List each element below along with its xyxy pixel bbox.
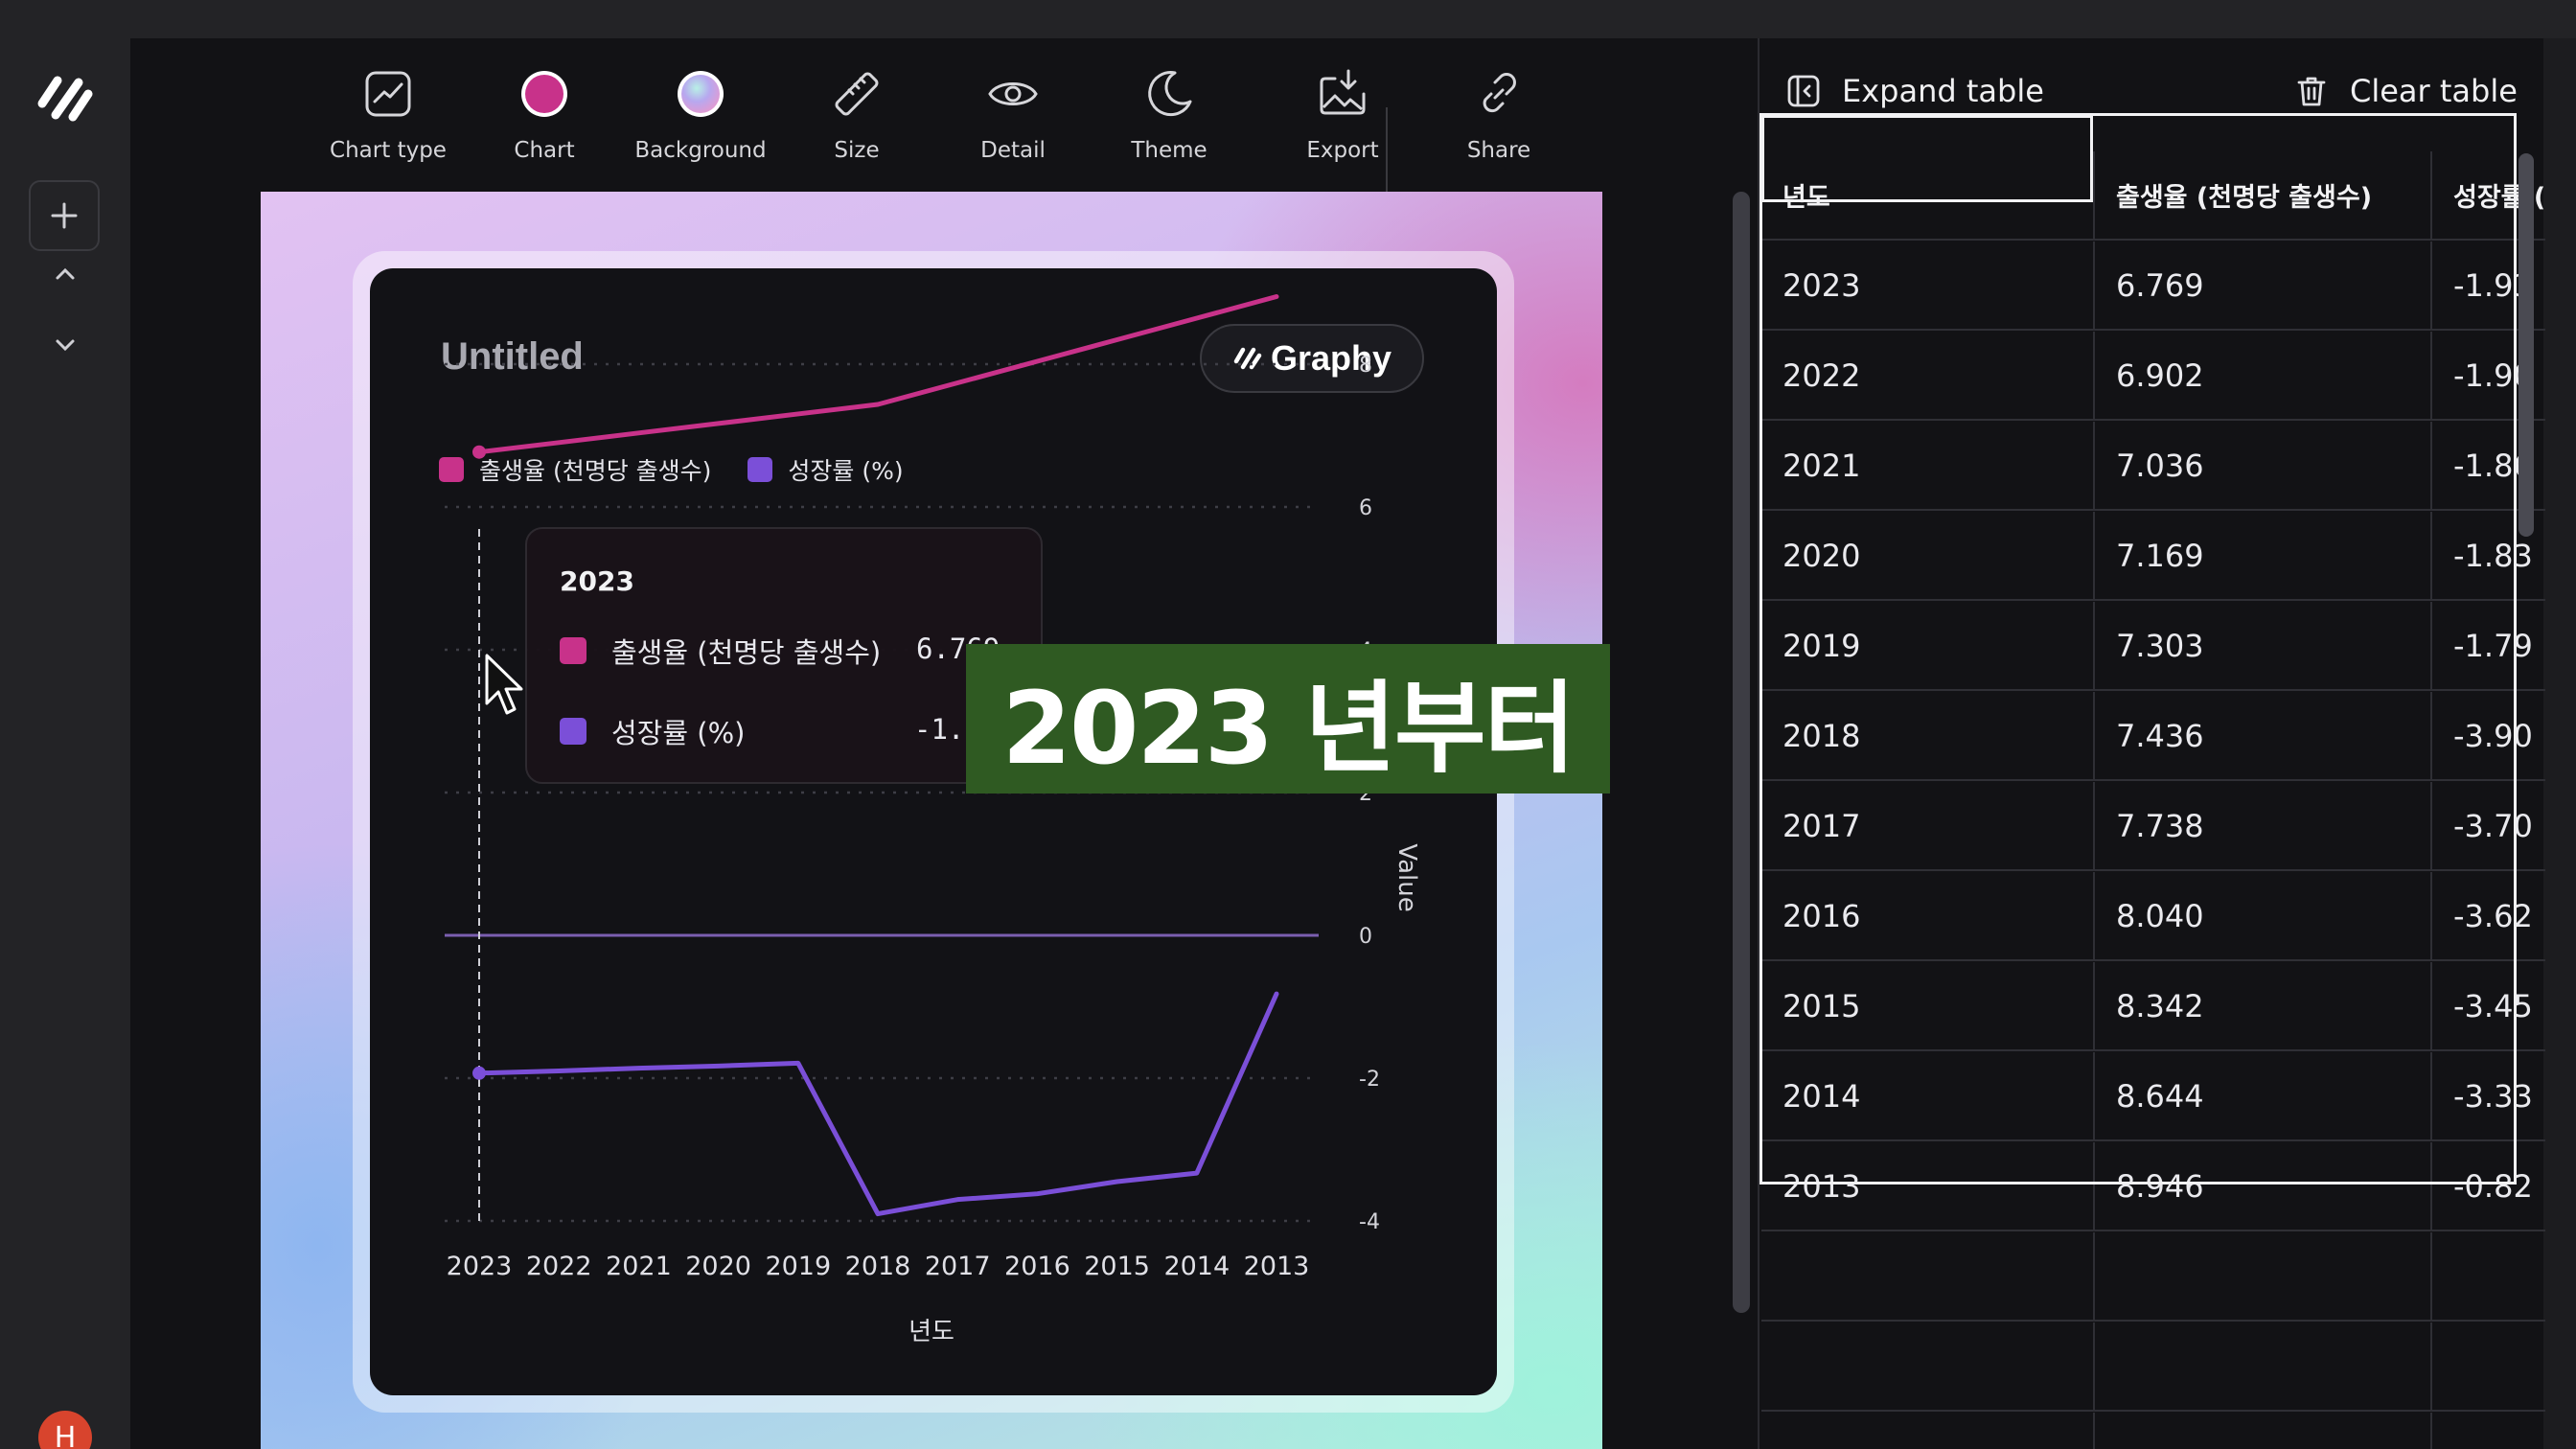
table-cell[interactable]: 8.040 <box>2095 872 2432 961</box>
table-cell[interactable]: 2022 <box>1761 332 2095 421</box>
column-header-year[interactable]: 년도 <box>1761 151 2095 241</box>
x-tick-label: 2013 <box>1244 1252 1310 1281</box>
x-tick-label: 2014 <box>1163 1252 1230 1281</box>
table-cell[interactable] <box>2432 1322 2545 1412</box>
table-cell[interactable]: -3.70 <box>2432 782 2545 871</box>
x-tick-label: 2018 <box>845 1252 911 1281</box>
table-cell[interactable]: 2018 <box>1761 692 2095 781</box>
table-row: 2022 6.902 -1.90 <box>1761 332 2545 422</box>
video-caption: 2023 년부터 <box>966 644 1610 794</box>
clear-table-label: Clear table <box>2350 73 2518 109</box>
table-cell[interactable] <box>1761 1413 2095 1449</box>
tooltip-series-name: 성장률 (%) <box>611 717 746 749</box>
table-row: 2018 7.436 -3.90 <box>1761 692 2545 782</box>
y-axis-title: Value <box>1392 843 1421 911</box>
table-row-empty <box>1761 1232 2545 1322</box>
table-cell[interactable]: 6.769 <box>2095 242 2432 331</box>
table-cell[interactable]: 8.342 <box>2095 962 2432 1051</box>
tooltip-swatch <box>560 637 586 664</box>
table-cell[interactable]: -3.45 <box>2432 962 2545 1051</box>
data-table: 년도 출생율 (천명당 출생수) 성장률 (%) 20236.769-1.932… <box>1761 151 2545 1449</box>
table-cell[interactable]: -3.62 <box>2432 872 2545 961</box>
x-tick-label: 2015 <box>1084 1252 1150 1281</box>
x-tick-label: 2019 <box>765 1252 831 1281</box>
table-row: 2021 7.036 -1.86 <box>1761 422 2545 512</box>
series-line-1[interactable] <box>476 294 1279 455</box>
y-tick-label: -2 <box>1359 1068 1380 1092</box>
mouse-cursor-icon <box>485 654 523 715</box>
table-row: 2023 6.769 -1.93 <box>1761 242 2545 332</box>
x-tick-label: 2022 <box>526 1252 592 1281</box>
expand-table-icon <box>1787 75 1820 107</box>
chart-tooltip: 2023 출생율 (천명당 출생수) 6.769 성장률 (%) -1.93 <box>525 527 1043 784</box>
table-cell[interactable] <box>2432 1232 2545 1322</box>
table-cell[interactable]: -3.33 <box>2432 1052 2545 1141</box>
y-tick-label: 8 <box>1359 354 1372 378</box>
table-cell[interactable]: 2021 <box>1761 422 2095 511</box>
table-cell[interactable]: 2016 <box>1761 872 2095 961</box>
table-cell[interactable]: 8.644 <box>2095 1052 2432 1141</box>
table-cell[interactable]: 7.303 <box>2095 602 2432 691</box>
table-row: 2020 7.169 -1.83 <box>1761 512 2545 602</box>
x-tick-label: 2020 <box>685 1252 751 1281</box>
y-tick-label: 6 <box>1359 496 1372 520</box>
table-cell[interactable]: 2023 <box>1761 242 2095 331</box>
table-cell[interactable]: -1.79 <box>2432 602 2545 691</box>
table-row-empty <box>1761 1413 2545 1449</box>
table-scrollbar[interactable] <box>2518 153 2534 537</box>
table-cell[interactable]: -3.90 <box>2432 692 2545 781</box>
table-row: 2019 7.303 -1.79 <box>1761 602 2545 692</box>
table-cell[interactable]: 7.436 <box>2095 692 2432 781</box>
x-tick-label: 2023 <box>447 1252 513 1281</box>
tooltip-row-growth-rate: 성장률 (%) <box>560 711 745 751</box>
y-tick-label: -4 <box>1359 1210 1380 1234</box>
table-header-row: 년도 출생율 (천명당 출생수) 성장률 (%) <box>1761 151 2545 242</box>
table-row-empty <box>1761 1322 2545 1413</box>
table-row: 2015 8.342 -3.45 <box>1761 962 2545 1052</box>
table-cell[interactable]: 8.946 <box>2095 1142 2432 1231</box>
table-cell[interactable]: 7.169 <box>2095 512 2432 601</box>
table-cell[interactable]: 2014 <box>1761 1052 2095 1141</box>
tooltip-series-name: 출생율 (천명당 출생수) <box>611 636 882 669</box>
series-line-2[interactable] <box>476 991 1279 1217</box>
clear-table-button[interactable]: Clear table <box>2294 73 2518 109</box>
table-cell[interactable] <box>2095 1322 2432 1412</box>
table-row: 2017 7.738 -3.70 <box>1761 782 2545 872</box>
table-cell[interactable] <box>2095 1413 2432 1449</box>
table-cell[interactable]: -0.82 <box>2432 1142 2545 1231</box>
tooltip-row-birth-rate: 출생율 (천명당 출생수) <box>560 631 881 671</box>
table-cell[interactable] <box>1761 1232 2095 1322</box>
table-cell[interactable]: 2019 <box>1761 602 2095 691</box>
table-cell[interactable]: 2017 <box>1761 782 2095 871</box>
column-header-birth-rate[interactable]: 출생율 (천명당 출생수) <box>2095 151 2432 241</box>
data-table-panel: Expand table Clear table 년도 출생율 (천명당 출생수… <box>1758 38 2545 1449</box>
table-cell[interactable] <box>1761 1322 2095 1412</box>
table-row: 2014 8.644 -3.33 <box>1761 1052 2545 1142</box>
table-cell[interactable]: 7.738 <box>2095 782 2432 871</box>
table-row: 2013 8.946 -0.82 <box>1761 1142 2545 1232</box>
x-tick-label: 2016 <box>1004 1252 1070 1281</box>
trash-icon <box>2297 77 2326 106</box>
hover-point-1 <box>472 445 486 459</box>
table-cell[interactable]: 2013 <box>1761 1142 2095 1231</box>
table-cell[interactable]: 2020 <box>1761 512 2095 601</box>
tooltip-swatch <box>560 718 586 745</box>
x-axis-title: 년도 <box>908 1318 954 1346</box>
hover-point-2 <box>472 1066 486 1080</box>
x-tick-label: 2017 <box>925 1252 991 1281</box>
table-cell[interactable] <box>2432 1413 2545 1449</box>
table-cell[interactable] <box>2095 1232 2432 1322</box>
expand-table-label: Expand table <box>1842 73 2044 109</box>
canvas-scrollbar[interactable] <box>1733 192 1750 1313</box>
expand-table-button[interactable]: Expand table <box>1786 73 2044 109</box>
table-row: 2016 8.040 -3.62 <box>1761 872 2545 962</box>
table-cell[interactable]: 6.902 <box>2095 332 2432 421</box>
x-tick-label: 2021 <box>606 1252 672 1281</box>
table-cell[interactable]: 2015 <box>1761 962 2095 1051</box>
table-cell[interactable]: 7.036 <box>2095 422 2432 511</box>
y-tick-label: 0 <box>1359 925 1372 949</box>
tooltip-year: 2023 <box>560 565 634 597</box>
panel-header: Expand table Clear table <box>1760 38 2545 151</box>
